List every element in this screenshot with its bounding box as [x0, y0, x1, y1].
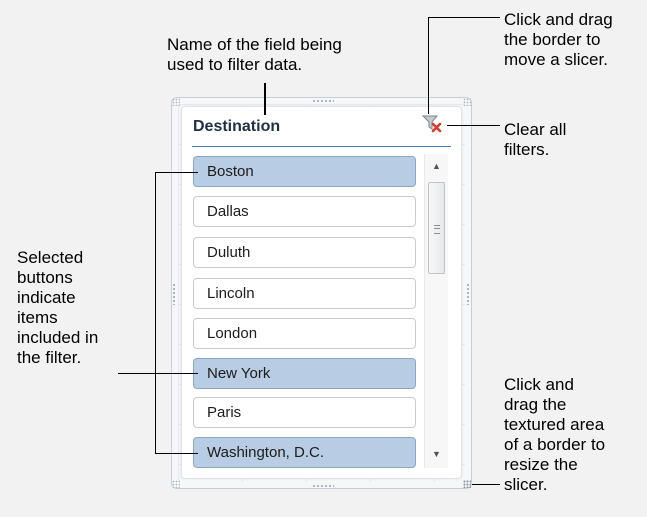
right-border-grip[interactable] — [466, 283, 470, 305]
slicer-scrollbar[interactable]: ▲ ▼ — [424, 154, 448, 468]
callout-resize-slicer: Click and drag the textured area of a bo… — [504, 375, 606, 494]
clear-leader — [447, 125, 500, 126]
selected-bracket-v — [155, 172, 156, 453]
slicer-item-duluth[interactable]: Duluth — [193, 237, 416, 268]
selected-bracket-bottom — [155, 453, 198, 454]
left-border-grip[interactable] — [172, 283, 176, 305]
move-leader-v — [428, 17, 429, 114]
bottom-left-corner-grip[interactable] — [172, 480, 180, 488]
slicer-item-new-york[interactable]: New York — [193, 358, 416, 389]
slicer-item-washington-dc[interactable]: Washington, D.C. — [193, 437, 416, 468]
selected-bracket-pointer — [118, 373, 155, 374]
callout-clear-filters: Clear all filters. — [504, 120, 567, 159]
scroll-thumb[interactable] — [428, 182, 445, 274]
slicer-item-boston[interactable]: Boston — [193, 156, 416, 187]
resize-handle[interactable] — [463, 480, 471, 488]
selected-bracket-mid — [155, 373, 198, 374]
resize-leader — [472, 484, 500, 485]
callout-move-slicer: Click and drag the border to move a slic… — [504, 10, 613, 69]
top-border-grip[interactable] — [312, 99, 334, 103]
top-left-corner-grip[interactable] — [172, 98, 180, 106]
top-right-corner-grip[interactable] — [463, 98, 471, 106]
callout-selected-buttons: Selected buttons indicate items included… — [17, 248, 99, 367]
selected-bracket-top — [155, 172, 198, 173]
scroll-down-arrow-icon[interactable]: ▼ — [425, 444, 448, 464]
field-name-leader — [264, 83, 266, 115]
bottom-border-grip[interactable] — [312, 484, 334, 488]
title-divider — [192, 146, 451, 147]
slicer-item-dallas[interactable]: Dallas — [193, 196, 416, 227]
clear-filter-icon[interactable] — [421, 113, 443, 135]
slicer-item-lincoln[interactable]: Lincoln — [193, 278, 416, 309]
slicer-item-paris[interactable]: Paris — [193, 397, 416, 428]
thumb-grip-icon — [434, 225, 440, 234]
scroll-up-arrow-icon[interactable]: ▲ — [425, 156, 448, 176]
move-leader-h — [428, 17, 500, 18]
slicer-item-london[interactable]: London — [193, 318, 416, 349]
slicer-title: Destination — [193, 118, 281, 135]
callout-field-name: Name of the field being used to filter d… — [167, 35, 342, 74]
